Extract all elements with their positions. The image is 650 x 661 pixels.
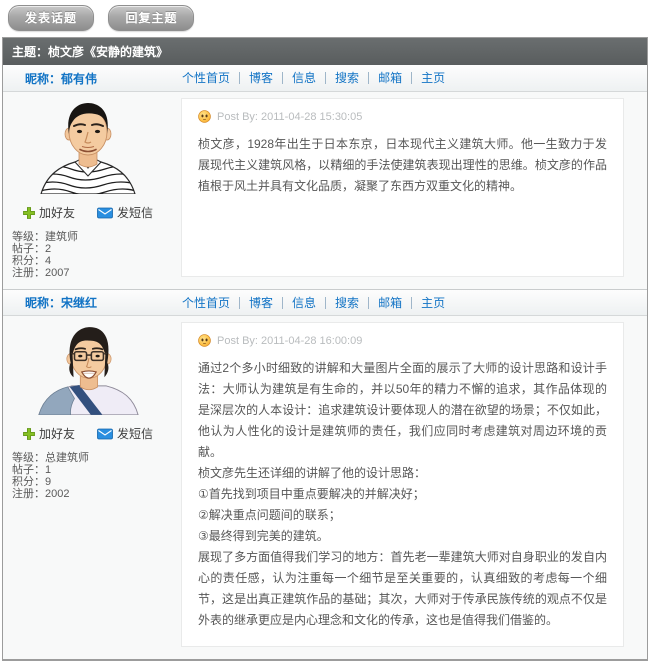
smiley-icon [198,334,211,347]
stat-points: 积分：9 [12,476,173,488]
post-paragraph: 展现了多方面值得我们学习的地方：首先老一辈建筑大师对自身职业的发自内心的责任感，… [198,547,607,631]
plus-icon [23,207,35,219]
male-avatar-illustration [35,102,141,194]
add-friend-label: 加好友 [39,204,75,221]
topic-title-bar: 主题：桢文彦《安静的建筑》 [3,38,647,65]
post-header: 昵称：郁有伟 个性首页 博客 信息 搜索 邮箱 主页 [3,65,647,92]
send-message-label: 发短信 [117,425,153,442]
nav-link-mailbox[interactable]: 邮箱 [378,296,402,310]
add-friend-label: 加好友 [39,425,75,442]
add-friend-link[interactable]: 加好友 [23,425,75,442]
send-message-label: 发短信 [117,204,153,221]
stat-posts: 帖子：1 [12,464,173,476]
forum-thread-page: 发表话题 回复主题 主题：桢文彦《安静的建筑》 昵称：郁有伟 个性首页 博客 信… [0,0,650,661]
avatar[interactable] [35,102,141,199]
post-paragraph: ②解决重点问题间的联系； [198,505,607,526]
post-meta: Post By: 2011-04-28 16:00:09 [198,334,607,347]
nav-link-blog[interactable]: 博客 [249,296,273,310]
smiley-icon [198,110,211,123]
stat-registered: 注册：2002 [12,488,173,500]
post-content-box: Post By: 2011-04-28 15:30:05 桢文彦，1928年出生… [181,98,624,277]
nav-link-homepage[interactable]: 主页 [421,71,445,85]
author-stats: 等级：建筑师 帖子：2 积分：4 注册：2007 [12,231,173,279]
post-text: 桢文彦，1928年出生于日本东京，日本现代主义建筑大师。他一生致力于发展现代主义… [198,134,607,197]
stat-level: 等级：建筑师 [12,231,173,243]
plus-icon [23,428,35,440]
author-actions: 加好友 发短信 [3,204,173,221]
stat-registered: 注册：2007 [12,267,173,279]
post-content-cell: Post By: 2011-04-28 16:00:09 通过2个多小时细致的讲… [173,316,647,659]
post-paragraph: 通过2个多小时细致的讲解和大量图片全面的展示了大师的设计思路和设计手法：大师认为… [198,358,607,463]
send-message-link[interactable]: 发短信 [97,425,153,442]
author-actions: 加好友 发短信 [3,425,173,442]
stat-posts: 帖子：2 [12,243,173,255]
post-header: 昵称：宋继红 个性首页 博客 信息 搜索 邮箱 主页 [3,289,647,316]
post-paragraph: ③最终得到完美的建筑。 [198,526,607,547]
post-paragraph: 桢文彦，1928年出生于日本东京，日本现代主义建筑大师。他一生致力于发展现代主义… [198,134,607,197]
nav-link-homepage[interactable]: 主页 [421,296,445,310]
nav-link-blog[interactable]: 博客 [249,71,273,85]
post-paragraph: 桢文彦先生还详细的讲解了他的设计思路： [198,463,607,484]
post-timestamp: Post By: 2011-04-28 15:30:05 [217,111,362,123]
envelope-icon [97,428,113,440]
post-content-cell: Post By: 2011-04-28 15:30:05 桢文彦，1928年出生… [173,92,647,289]
thread-container: 主题：桢文彦《安静的建筑》 昵称：郁有伟 个性首页 博客 信息 搜索 邮箱 主页 [2,37,648,661]
post-topic-button[interactable]: 发表话题 [8,5,94,31]
post-paragraph: ①首先找到项目中重点要解决的并解决好； [198,484,607,505]
profile-nav-links: 个性首页 博客 信息 搜索 邮箱 主页 [173,72,454,84]
avatar[interactable] [35,326,141,420]
nav-link-profile-home[interactable]: 个性首页 [182,71,230,85]
envelope-icon [97,207,113,219]
add-friend-link[interactable]: 加好友 [23,204,75,221]
post-body: 加好友 发短信 等级：建筑师 帖子：2 积分：4 注册：2007 [3,92,647,289]
profile-nav-links: 个性首页 博客 信息 搜索 邮箱 主页 [173,297,454,309]
nav-link-search[interactable]: 搜索 [335,296,359,310]
reply-topic-button[interactable]: 回复主题 [108,5,194,31]
post-content-box: Post By: 2011-04-28 16:00:09 通过2个多小时细致的讲… [181,322,624,647]
nickname-label: 昵称：郁有伟 [25,70,173,87]
stat-level: 等级：总建筑师 [12,452,173,464]
topic-title: 主题：桢文彦《安静的建筑》 [12,45,168,59]
post-text: 通过2个多小时细致的讲解和大量图片全面的展示了大师的设计思路和设计手法：大师认为… [198,358,607,631]
female-avatar-illustration [35,326,141,415]
nav-link-profile-home[interactable]: 个性首页 [182,296,230,310]
send-message-link[interactable]: 发短信 [97,204,153,221]
nav-link-info[interactable]: 信息 [292,296,316,310]
stat-points: 积分：4 [12,255,173,267]
nav-link-mailbox[interactable]: 邮箱 [378,71,402,85]
nav-link-info[interactable]: 信息 [292,71,316,85]
post-timestamp: Post By: 2011-04-28 16:00:09 [217,335,362,347]
thread-toolbar: 发表话题 回复主题 [0,0,650,37]
author-stats: 等级：总建筑师 帖子：1 积分：9 注册：2002 [12,452,173,500]
nickname-label: 昵称：宋继红 [25,294,173,311]
post-author-panel: 加好友 发短信 等级：建筑师 帖子：2 积分：4 注册：2007 [3,92,173,289]
post-body: 加好友 发短信 等级：总建筑师 帖子：1 积分：9 注册：2002 [3,316,647,659]
post-author-panel: 加好友 发短信 等级：总建筑师 帖子：1 积分：9 注册：2002 [3,316,173,659]
nav-link-search[interactable]: 搜索 [335,71,359,85]
post-meta: Post By: 2011-04-28 15:30:05 [198,110,607,123]
